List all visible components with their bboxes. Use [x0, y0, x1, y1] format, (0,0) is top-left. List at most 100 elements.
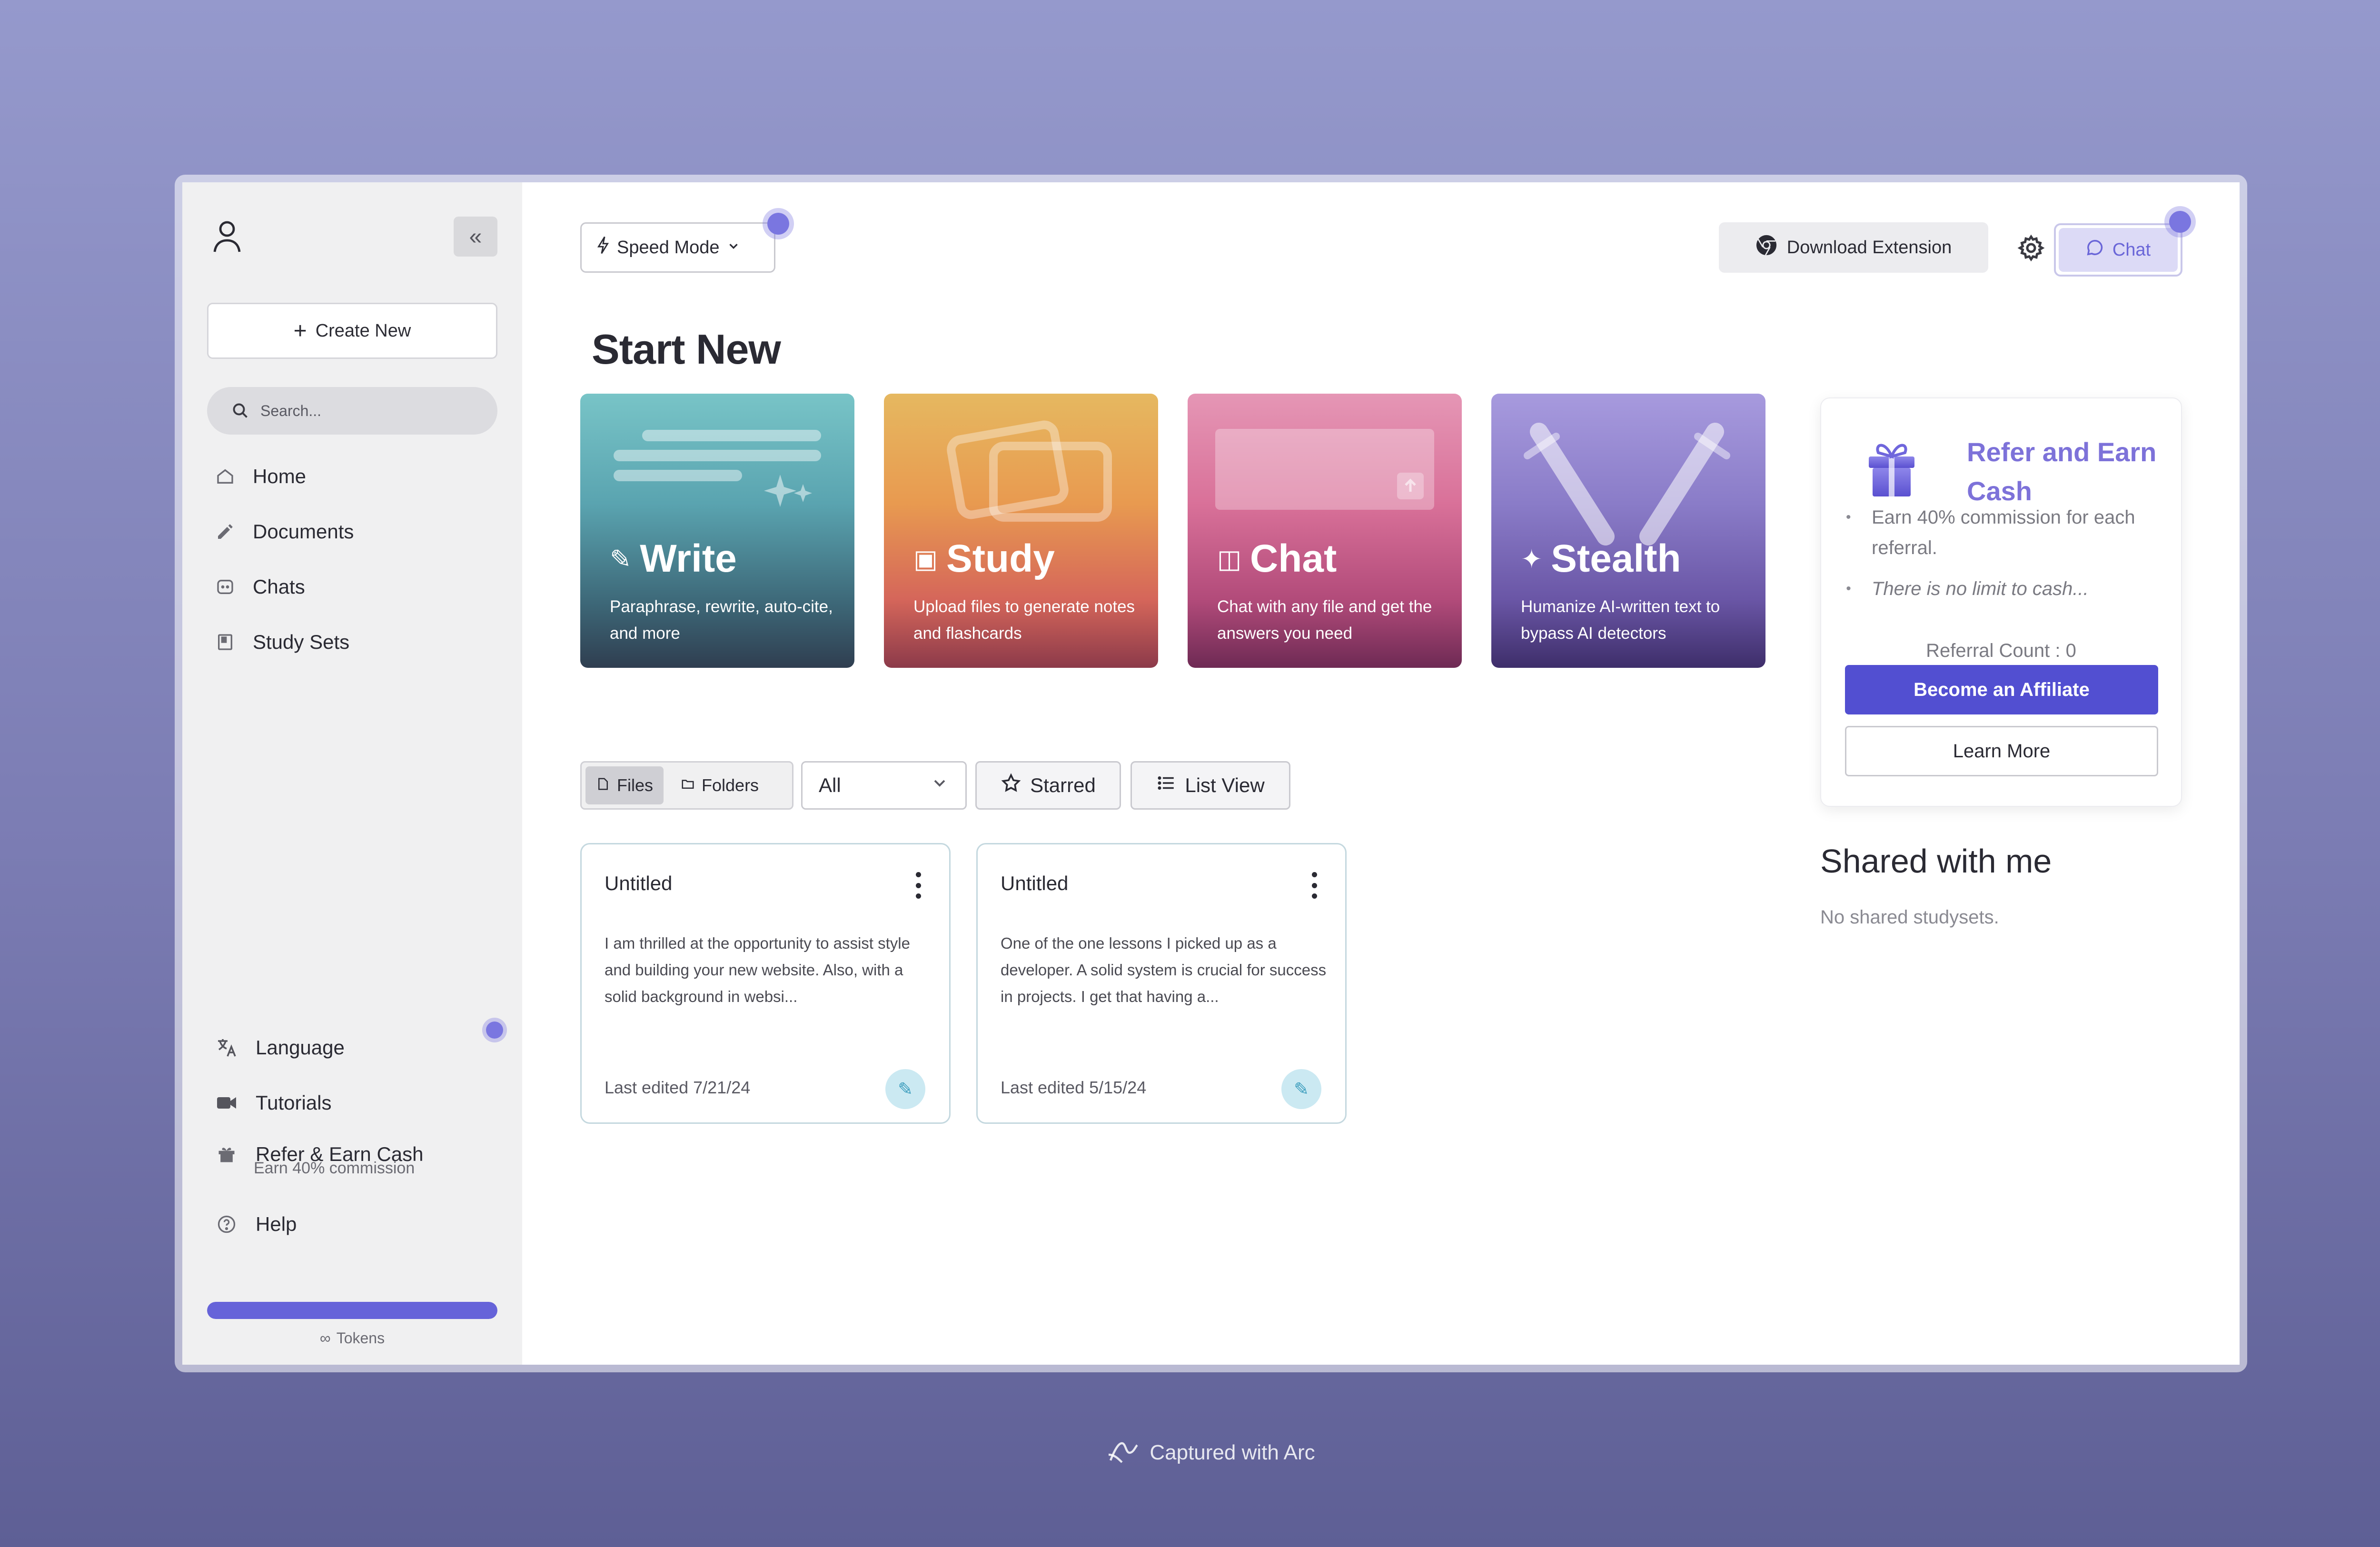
tab-label: Files [617, 775, 654, 795]
sidebar-item-tutorials[interactable]: Tutorials [215, 1075, 424, 1130]
home-icon [215, 466, 236, 487]
become-affiliate-button[interactable]: Become an Affiliate [1845, 665, 2158, 714]
pencil-icon [215, 521, 236, 542]
chat-button-label: Chat [2112, 239, 2151, 260]
tab-files[interactable]: Files [585, 766, 664, 804]
infinity-icon: ∞ [319, 1329, 331, 1347]
list-icon [1156, 773, 1176, 798]
app-window: « + Create New Search... Home Documents … [182, 182, 2240, 1365]
document-preview: I am thrilled at the opportunity to assi… [605, 934, 910, 1005]
card-title-text: Write [640, 537, 737, 580]
sidebar-item-documents[interactable]: Documents [215, 504, 354, 559]
sidebar-item-home[interactable]: Home [215, 449, 354, 504]
file-icon [596, 775, 610, 795]
document-last-edited: Last edited 7/21/24 [605, 1078, 751, 1097]
notification-dot [763, 208, 794, 239]
token-progress-fill [207, 1302, 497, 1319]
user-icon[interactable] [213, 219, 241, 254]
chat-button[interactable]: Chat [2054, 223, 2182, 277]
captured-with-arc-footer: Captured with Arc [0, 1439, 2380, 1466]
sidebar-item-label: Home [253, 465, 307, 487]
sidebar-item-study-sets[interactable]: Study Sets [215, 615, 354, 670]
create-new-button[interactable]: + Create New [207, 303, 497, 359]
more-options-icon[interactable] [1311, 872, 1318, 899]
sidebar-item-label: Language [256, 1036, 345, 1059]
tokens-label: Tokens [336, 1329, 385, 1347]
token-progress-bar [207, 1302, 497, 1319]
speed-mode-dropdown[interactable]: Speed Mode [580, 222, 775, 273]
tab-label: Folders [702, 775, 759, 795]
gear-icon[interactable] [2017, 234, 2045, 262]
page-title: Start New [592, 326, 781, 373]
list-view-label: List View [1185, 774, 1265, 796]
refer-bullet: There is no limit to cash... [1846, 574, 2170, 604]
sidebar-nav: Home Documents Chats Study Sets [215, 449, 354, 670]
sidebar-item-help[interactable]: Help [215, 1197, 424, 1252]
list-view-button[interactable]: List View [1130, 761, 1290, 810]
chat-icon: ◫ [1217, 545, 1242, 574]
sidebar-item-language[interactable]: Language [215, 1020, 424, 1075]
shared-with-me-heading: Shared with me [1820, 843, 2052, 880]
chevron-down-icon [726, 238, 741, 258]
sidebar-item-label: Tutorials [256, 1091, 332, 1114]
document-title: Untitled [605, 872, 673, 894]
refer-bullet: Earn 40% commission for each referral. [1846, 502, 2170, 563]
card-description: Paraphrase, rewrite, auto-cite, and more [610, 597, 833, 643]
card-title-text: Study [946, 537, 1055, 580]
document-card[interactable]: Untitled I am thrilled at the opportunit… [580, 843, 951, 1124]
sidebar-item-label: Documents [253, 520, 354, 543]
view-tabs: Files Folders [580, 761, 793, 810]
document-card[interactable]: Untitled One of the one lessons I picked… [976, 843, 1347, 1124]
card-description: Chat with any file and get the answers y… [1217, 597, 1432, 643]
chat-card[interactable]: ◫ Chat Chat with any file and get the an… [1188, 394, 1462, 668]
card-title-text: Stealth [1551, 537, 1681, 580]
gift-icon [1869, 444, 1914, 496]
download-extension-button[interactable]: Download Extension [1719, 222, 1988, 273]
translate-icon [215, 1036, 238, 1060]
sidebar-item-chats[interactable]: Chats [215, 559, 354, 615]
study-card[interactable]: ▣ Study Upload files to generate notes a… [884, 394, 1158, 668]
learn-more-button[interactable]: Learn More [1845, 726, 2158, 776]
starred-button[interactable]: Starred [975, 761, 1121, 810]
download-extension-label: Download Extension [1786, 237, 1952, 258]
more-options-icon[interactable] [915, 872, 922, 899]
chat-bubble-icon [2086, 238, 2104, 261]
edit-pencil-icon[interactable]: ✎ [1281, 1069, 1321, 1109]
refer-subtitle: Earn 40% commission [254, 1159, 415, 1177]
sidebar-item-label: Study Sets [253, 631, 350, 653]
refer-title: Refer and Earn Cash [1967, 437, 2157, 506]
write-card[interactable]: ✎ Write Paraphrase, rewrite, auto-cite, … [580, 394, 854, 668]
type-filter-select[interactable]: All [801, 761, 967, 810]
notification-dot [2164, 206, 2196, 238]
tab-folders[interactable]: Folders [670, 766, 769, 804]
sidebar-bottom: Language Tutorials Refer & Earn Cash Ear… [215, 1020, 424, 1252]
create-new-label: Create New [315, 320, 411, 341]
captured-label: Captured with Arc [1150, 1441, 1315, 1464]
card-description: Upload files to generate notes and flash… [913, 597, 1135, 643]
search-placeholder: Search... [260, 402, 322, 419]
pencil-icon: ✎ [610, 545, 632, 574]
lightning-icon [596, 236, 610, 259]
card-title: ✎ Write [610, 536, 737, 581]
folder-icon [681, 775, 695, 795]
search-input[interactable]: Search... [207, 387, 497, 435]
arc-logo-icon [1109, 1442, 1139, 1463]
card-title: ◫ Chat [1217, 536, 1337, 581]
stealth-card[interactable]: ✦ Stealth Humanize AI-written text to by… [1491, 394, 1765, 668]
refer-earn-panel: Refer and Earn Cash Earn 40% commission … [1820, 397, 2182, 807]
edit-pencil-icon[interactable]: ✎ [885, 1069, 925, 1109]
book-icon: ▣ [913, 545, 938, 574]
sidebar: « + Create New Search... Home Documents … [182, 182, 522, 1365]
document-last-edited: Last edited 5/15/24 [1001, 1078, 1147, 1097]
collapse-sidebar-icon[interactable]: « [454, 217, 497, 257]
chrome-icon [1755, 234, 1777, 261]
sparkle-icon: ✦ [1521, 545, 1543, 574]
chevron-down-icon [930, 774, 949, 797]
referral-count: Referral Count : 0 [1926, 640, 2076, 661]
tokens-indicator: ∞ Tokens [182, 1329, 522, 1347]
filter-value: All [819, 774, 841, 796]
video-camera-icon [215, 1091, 238, 1115]
card-title-text: Chat [1250, 537, 1337, 580]
main-content: Speed Mode Download Extension Chat Start… [522, 182, 2240, 1365]
card-title: ✦ Stealth [1521, 536, 1681, 581]
